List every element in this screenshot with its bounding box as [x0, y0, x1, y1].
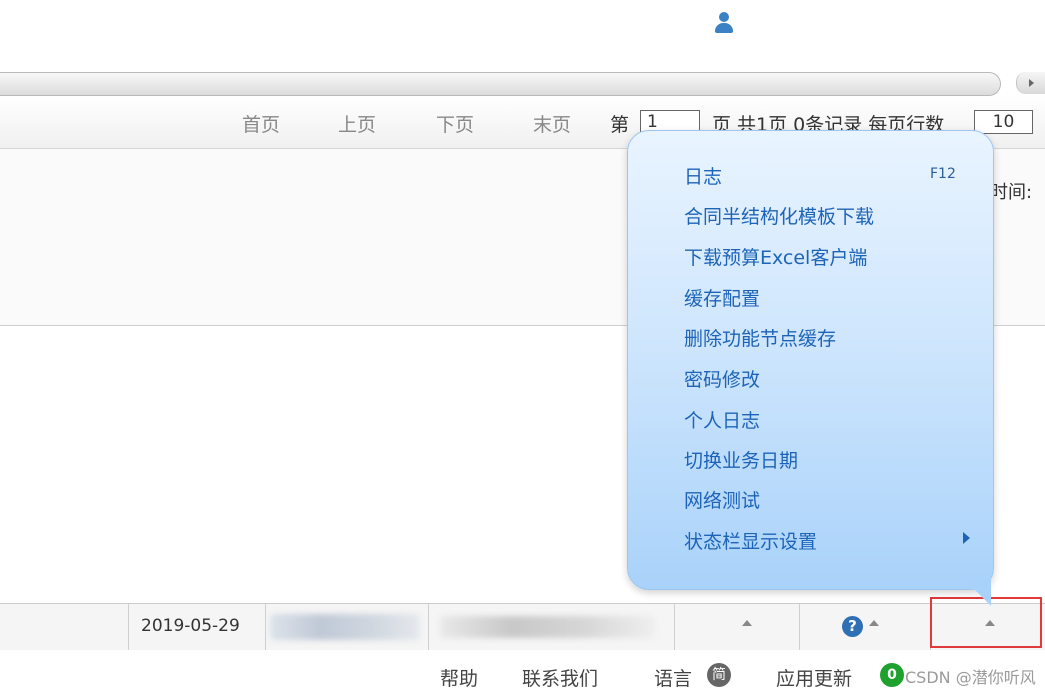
menu-item-network-test[interactable]: 网络测试: [684, 486, 760, 513]
language-badge[interactable]: 简: [707, 663, 731, 687]
status-cell-empty: [0, 604, 129, 650]
horizontal-scrollbar[interactable]: [0, 72, 1001, 96]
last-page-link[interactable]: 末页: [533, 110, 571, 137]
popup-tail: [963, 578, 991, 606]
app-update-link[interactable]: 应用更新: [776, 664, 852, 691]
update-count-badge[interactable]: 0: [880, 663, 904, 687]
help-link[interactable]: 帮助: [440, 664, 478, 691]
contact-us-link[interactable]: 联系我们: [522, 664, 598, 691]
language-link[interactable]: 语言: [654, 664, 692, 691]
menu-item-log-shortcut: F12: [930, 166, 956, 182]
menu-item-log[interactable]: 日志: [684, 162, 722, 189]
page: 首页 上页 下页 末页 第 1 页 共1页 0条记录 每页行数 10 时间: 2…: [0, 0, 1045, 693]
menu-item-budget-excel-download[interactable]: 下载预算Excel客户端: [684, 243, 867, 270]
menu-item-statusbar-settings[interactable]: 状态栏显示设置: [684, 527, 817, 554]
first-page-link[interactable]: 首页: [242, 110, 280, 137]
watermark: CSDN @潜你听风: [905, 668, 1036, 687]
submenu-arrow-icon: [963, 532, 970, 544]
help-icon[interactable]: ?: [842, 616, 863, 637]
popup-menu: [627, 130, 994, 590]
business-date[interactable]: 2019-05-29: [141, 616, 240, 636]
user-menu-caret-icon[interactable]: [742, 620, 752, 626]
menu-item-change-password[interactable]: 密码修改: [684, 365, 760, 392]
next-page-link[interactable]: 下页: [436, 110, 474, 137]
status-bar: 2019-05-29: [0, 603, 1045, 651]
time-label: 时间:: [990, 182, 1033, 203]
menu-item-personal-log[interactable]: 个人日志: [684, 406, 760, 433]
rows-per-page-input[interactable]: 10: [974, 110, 1033, 134]
blurred-org-info: [440, 616, 655, 638]
menu-item-switch-business-date[interactable]: 切换业务日期: [684, 446, 798, 473]
menu-item-cache-config[interactable]: 缓存配置: [684, 284, 760, 311]
menu-item-delete-node-cache[interactable]: 删除功能节点缓存: [684, 324, 836, 351]
user-menu-button[interactable]: [675, 604, 800, 650]
scroll-right-arrow-icon[interactable]: [1016, 72, 1045, 94]
menu-item-contract-template-download[interactable]: 合同半结构化模板下载: [684, 202, 874, 229]
user-icon[interactable]: [713, 12, 735, 34]
blurred-user-info: [270, 614, 420, 640]
help-menu-caret-icon[interactable]: [869, 620, 879, 626]
help-menu-button[interactable]: [800, 604, 931, 650]
prev-page-link[interactable]: 上页: [338, 110, 376, 137]
page-prefix-label: 第: [610, 114, 630, 136]
